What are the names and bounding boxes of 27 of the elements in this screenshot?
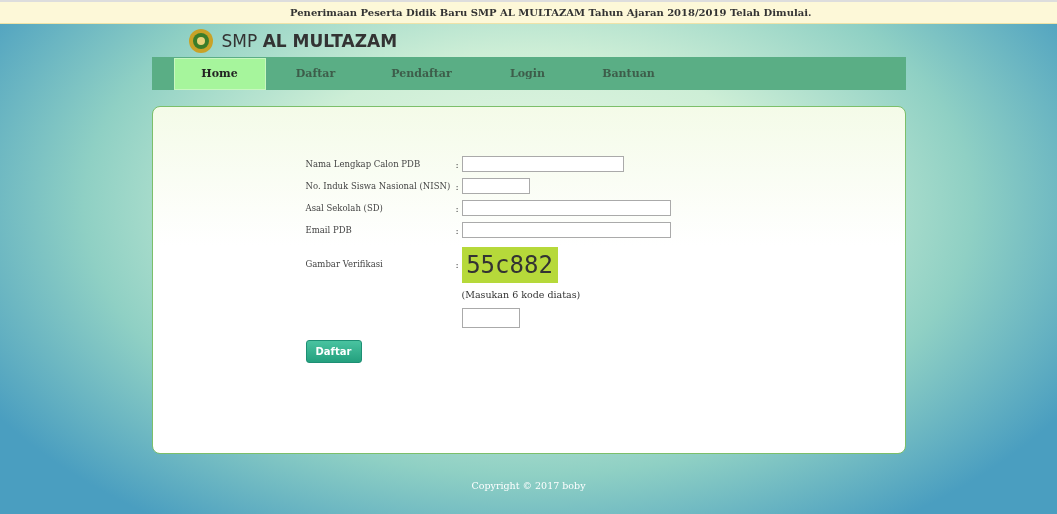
nav-tab[interactable]: Home (173, 57, 266, 90)
input-field[interactable] (461, 222, 671, 238)
field-label: Nama Lengkap Calon PDB (305, 159, 422, 169)
colon-text: : (455, 224, 460, 236)
nav-tab[interactable]: Daftar (269, 57, 362, 90)
submit-button[interactable]: Daftar (305, 340, 362, 363)
field-label: Asal Sekolah (SD) (305, 203, 384, 213)
captcha-hint: (Masukan 6 kode diatas) (461, 289, 581, 300)
school-logo-icon (187, 27, 214, 54)
announcement-text: Penerimaan Peserta Didik Baru SMP AL MULTAZAM Tahun Ajaran 2018/2019 Telah Dimulai. (290, 7, 812, 18)
nav-tab[interactable]: Pendaftar (365, 57, 478, 90)
input-field[interactable] (461, 200, 671, 216)
colon-text: : (455, 258, 460, 270)
footer-text: Copyright © 2017 boby (471, 480, 586, 491)
input-field[interactable] (461, 156, 624, 172)
captcha-image: 55c882 (461, 247, 558, 283)
field-label: Gambar Verifikasi (305, 258, 384, 269)
nav-tab[interactable]: Login (481, 57, 574, 90)
captcha-input-field[interactable] (461, 308, 520, 328)
colon-text: : (455, 202, 460, 214)
field-label: Email PDB (305, 225, 353, 235)
colon-text: : (455, 180, 460, 192)
school-name: SMP AL MULTAZAM (221, 30, 398, 51)
input-field[interactable] (461, 178, 530, 194)
colon-text: : (455, 158, 460, 170)
nav-tab[interactable]: Bantuan (577, 57, 680, 90)
field-label: No. Induk Siswa Nasional (NISN) (305, 181, 452, 191)
